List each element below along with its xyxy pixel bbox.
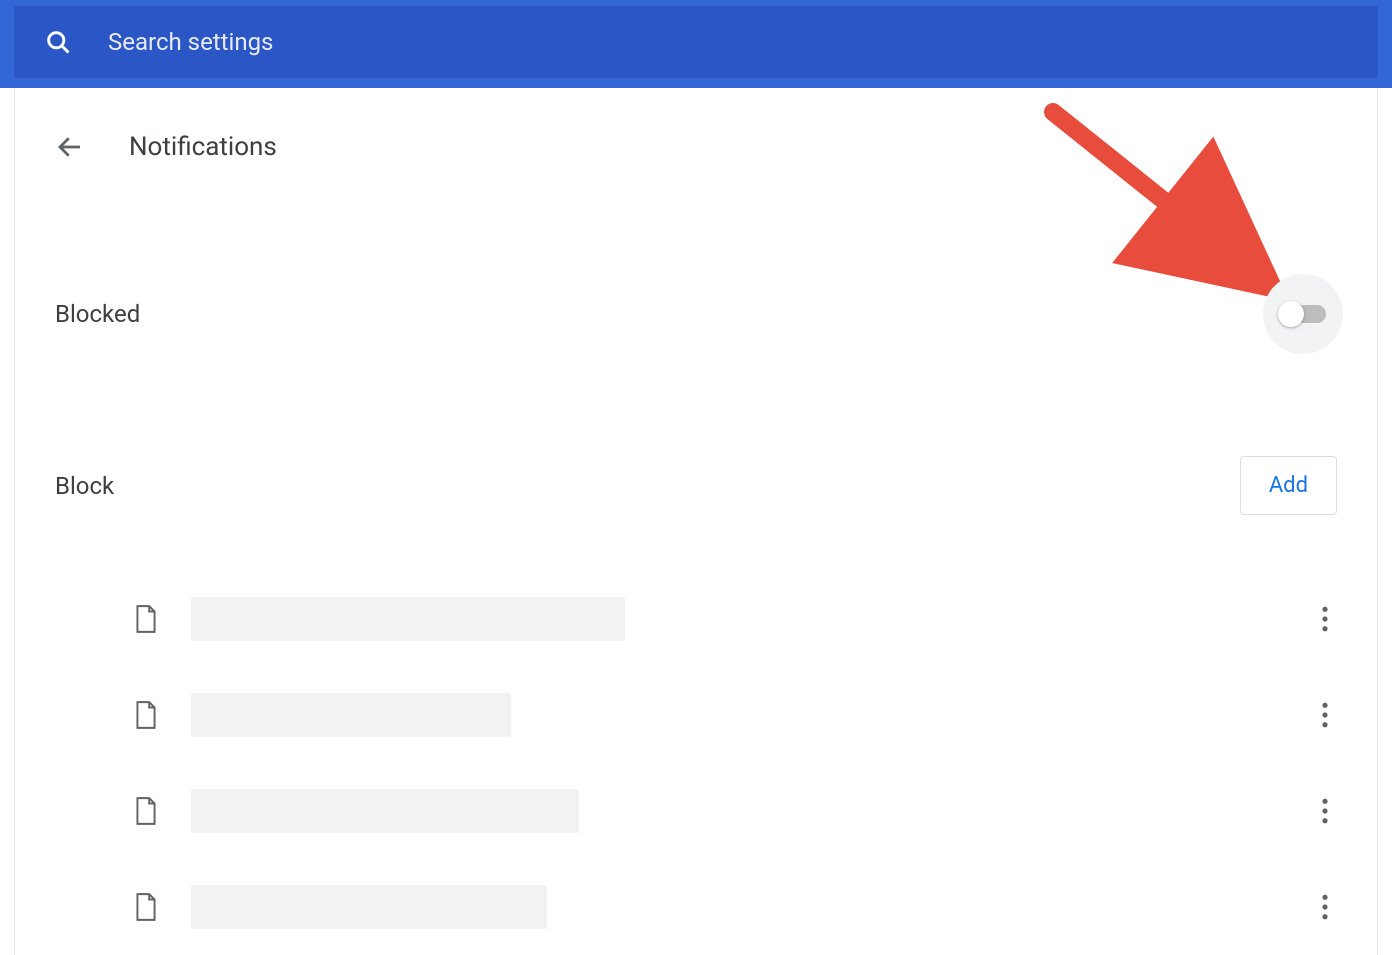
list-item — [133, 763, 1337, 859]
block-label: Block — [55, 472, 114, 500]
document-icon — [133, 796, 159, 826]
list-item — [133, 667, 1337, 763]
header: Search settings — [0, 0, 1392, 88]
blocked-toggle[interactable] — [1263, 274, 1343, 354]
block-section-row: Block Add — [55, 354, 1337, 515]
toggle-knob — [1278, 301, 1304, 327]
redacted-site — [191, 885, 547, 929]
title-row: Notifications — [55, 88, 1337, 162]
list-item — [133, 859, 1337, 955]
document-icon — [133, 892, 159, 922]
more-icon[interactable] — [1313, 790, 1337, 832]
page-title: Notifications — [129, 132, 277, 162]
more-icon[interactable] — [1313, 886, 1337, 928]
blocked-row: Blocked — [55, 162, 1337, 354]
search-bar[interactable]: Search settings — [14, 6, 1378, 78]
more-icon[interactable] — [1313, 694, 1337, 736]
toggle-track — [1280, 305, 1326, 323]
more-icon[interactable] — [1313, 598, 1337, 640]
document-icon — [133, 604, 159, 634]
back-icon[interactable] — [55, 132, 85, 162]
list-item — [133, 571, 1337, 667]
add-button[interactable]: Add — [1240, 456, 1337, 515]
redacted-site — [191, 789, 579, 833]
main-content: Notifications Blocked Block Add — [14, 88, 1378, 955]
search-placeholder: Search settings — [108, 28, 273, 56]
redacted-site — [191, 597, 625, 641]
block-list — [55, 515, 1337, 955]
redacted-site — [191, 693, 511, 737]
search-icon — [44, 28, 72, 56]
document-icon — [133, 700, 159, 730]
blocked-label: Blocked — [55, 300, 140, 328]
